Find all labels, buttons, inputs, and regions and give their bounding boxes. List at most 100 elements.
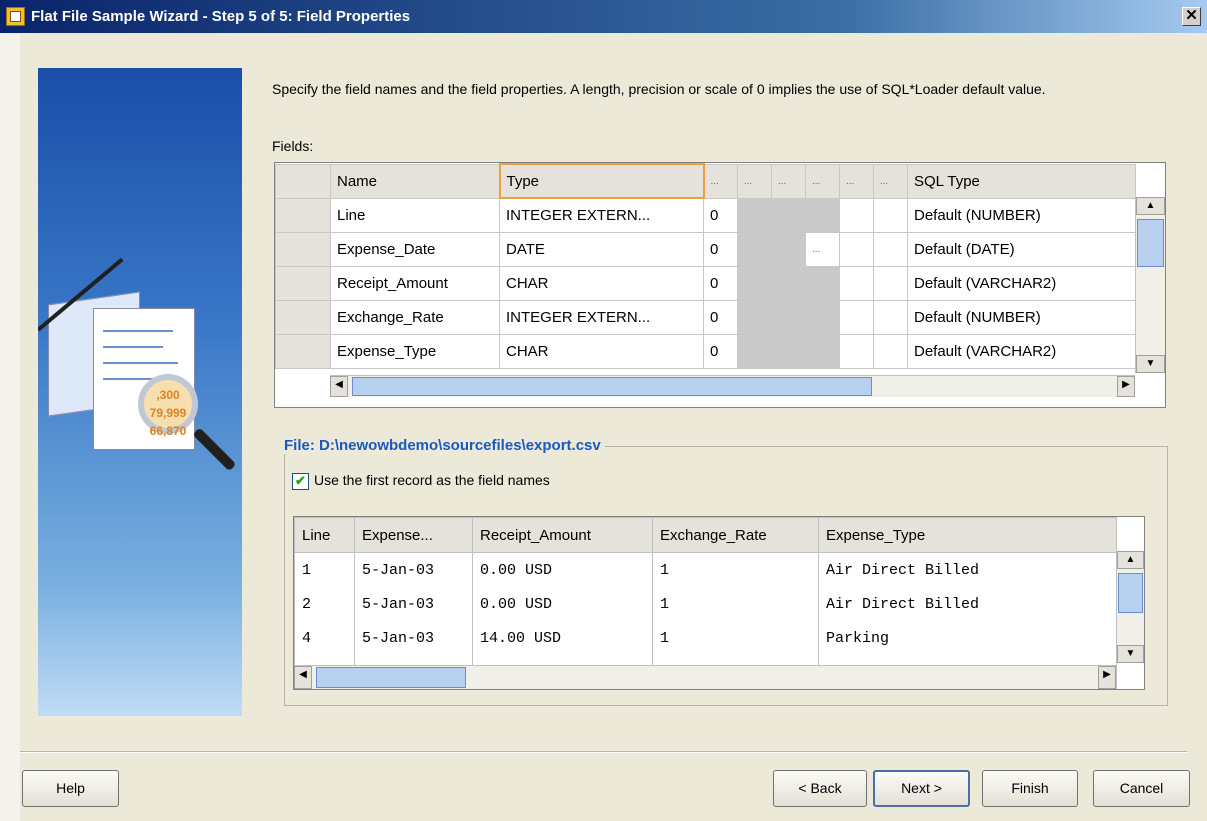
column-header-more[interactable]: ... (703, 163, 738, 199)
field-sql-type-cell[interactable]: Default (NUMBER) (907, 299, 1136, 335)
scroll-thumb[interactable] (1118, 573, 1143, 613)
disabled-cell (771, 265, 806, 301)
disabled-cell (737, 299, 772, 335)
sample-cell: 1 (652, 552, 819, 587)
field-row[interactable]: Expense_Date DATE 0 ... Default (DATE) (275, 231, 1136, 267)
cancel-button[interactable]: Cancel (1093, 770, 1190, 807)
column-header-more[interactable]: ... (805, 163, 840, 199)
sample-vertical-scrollbar[interactable]: ▲ ▼ (1116, 551, 1144, 663)
field-cell[interactable] (839, 299, 874, 335)
sample-cell: 5-Jan-03 (354, 621, 473, 655)
sample-column-header[interactable]: Receipt_Amount (472, 517, 653, 553)
row-header[interactable] (275, 333, 331, 369)
field-type-cell[interactable]: DATE (499, 231, 704, 267)
first-record-checkbox-label[interactable]: Use the first record as the field names (314, 472, 550, 488)
field-length-cell[interactable]: 0 (703, 197, 738, 233)
sample-cell: 1 (652, 621, 819, 655)
back-button[interactable]: < Back (773, 770, 867, 807)
field-cell[interactable] (839, 265, 874, 301)
field-cell[interactable] (873, 265, 908, 301)
field-name-cell[interactable]: Receipt_Amount (330, 265, 500, 301)
scroll-left-arrow-icon[interactable]: ◀ (294, 666, 312, 689)
scroll-down-arrow-icon[interactable]: ▼ (1117, 645, 1144, 663)
field-cell[interactable] (839, 197, 874, 233)
column-header-more[interactable]: ... (873, 163, 908, 199)
disabled-cell (737, 197, 772, 233)
field-cell[interactable] (873, 333, 908, 369)
field-sql-type-cell[interactable]: Default (DATE) (907, 231, 1136, 267)
field-name-cell[interactable]: Line (330, 197, 500, 233)
sample-cell: Air Direct Billed (818, 587, 1117, 621)
disabled-cell (737, 333, 772, 369)
next-button[interactable]: Next > (873, 770, 970, 807)
field-cell[interactable] (873, 197, 908, 233)
column-header-name[interactable]: Name (330, 163, 500, 199)
column-header-more[interactable]: ... (737, 163, 772, 199)
column-header-sql-type[interactable]: SQL Type (907, 163, 1136, 199)
field-type-cell[interactable]: CHAR (499, 265, 704, 301)
sample-row: 4 5-Jan-03 14.00 USD 1 Parking (294, 621, 1117, 655)
field-length-cell[interactable]: 0 (703, 231, 738, 267)
row-header[interactable] (275, 265, 331, 301)
field-cell[interactable] (839, 333, 874, 369)
scroll-right-arrow-icon[interactable]: ▶ (1098, 666, 1116, 689)
date-mask-button[interactable]: ... (805, 231, 840, 267)
sample-cell: 0.00 USD (472, 552, 653, 587)
row-header[interactable] (275, 197, 331, 233)
field-sql-type-cell[interactable]: Default (NUMBER) (907, 197, 1136, 233)
fields-vertical-scrollbar[interactable]: ▲ ▼ (1135, 197, 1165, 373)
disabled-cell (771, 333, 806, 369)
scroll-right-arrow-icon[interactable]: ▶ (1117, 376, 1135, 397)
field-name-cell[interactable]: Expense_Date (330, 231, 500, 267)
sample-column-header[interactable]: Line (294, 517, 355, 553)
field-length-cell[interactable]: 0 (703, 299, 738, 335)
field-length-cell[interactable]: 0 (703, 265, 738, 301)
field-cell[interactable] (873, 299, 908, 335)
field-row[interactable]: Line INTEGER EXTERN... 0 Default (NUMBER… (275, 197, 1136, 233)
sample-cell: Parking (818, 621, 1117, 655)
disabled-cell (737, 231, 772, 267)
sample-column-header[interactable]: Expense_Type (818, 517, 1117, 553)
field-length-cell[interactable]: 0 (703, 333, 738, 369)
first-record-checkbox-row[interactable]: ✔ Use the first record as the field names (292, 472, 550, 490)
column-header-more[interactable]: ... (839, 163, 874, 199)
sample-cell: Air Direct Billed (818, 552, 1117, 587)
column-header-more[interactable]: ... (771, 163, 806, 199)
scroll-thumb[interactable] (316, 667, 466, 688)
scroll-up-arrow-icon[interactable]: ▲ (1117, 551, 1144, 569)
sample-column-header[interactable]: Exchange_Rate (652, 517, 819, 553)
field-type-cell[interactable]: INTEGER EXTERN... (499, 299, 704, 335)
scroll-thumb[interactable] (352, 377, 872, 396)
disabled-cell (805, 299, 840, 335)
scroll-up-arrow-icon[interactable]: ▲ (1136, 197, 1165, 215)
field-name-cell[interactable]: Exchange_Rate (330, 299, 500, 335)
disabled-cell (771, 299, 806, 335)
scroll-down-arrow-icon[interactable]: ▼ (1136, 355, 1165, 373)
field-sql-type-cell[interactable]: Default (VARCHAR2) (907, 265, 1136, 301)
field-cell[interactable] (839, 231, 874, 267)
field-row[interactable]: Expense_Type CHAR 0 Default (VARCHAR2) (275, 333, 1136, 369)
column-header-type[interactable]: Type (498, 163, 705, 199)
fields-grid[interactable]: Name Type ... ... ... ... ... ... SQL Ty… (274, 162, 1166, 408)
first-record-checkbox[interactable]: ✔ (292, 472, 309, 490)
fields-horizontal-scrollbar[interactable]: ◀ ▶ (330, 375, 1135, 397)
field-row[interactable]: Exchange_Rate INTEGER EXTERN... 0 Defaul… (275, 299, 1136, 335)
scroll-left-arrow-icon[interactable]: ◀ (330, 376, 348, 397)
finish-button[interactable]: Finish (982, 770, 1078, 807)
row-header[interactable] (275, 299, 331, 335)
fields-label: Fields: (272, 138, 314, 154)
field-type-cell[interactable]: CHAR (499, 333, 704, 369)
field-row[interactable]: Receipt_Amount CHAR 0 Default (VARCHAR2) (275, 265, 1136, 301)
field-sql-type-cell[interactable]: Default (VARCHAR2) (907, 333, 1136, 369)
close-icon[interactable]: ✕ (1182, 7, 1201, 26)
field-name-cell[interactable]: Expense_Type (330, 333, 500, 369)
help-button[interactable]: Help (22, 770, 119, 807)
row-header[interactable] (275, 231, 331, 267)
sample-column-header[interactable]: Expense... (354, 517, 473, 553)
field-type-cell[interactable]: INTEGER EXTERN... (499, 197, 704, 233)
scroll-thumb[interactable] (1137, 219, 1164, 267)
sample-row: 2 5-Jan-03 0.00 USD 1 Air Direct Billed (294, 587, 1117, 621)
sample-horizontal-scrollbar[interactable]: ◀ ▶ (294, 665, 1116, 689)
sample-data-table[interactable]: Line Expense... Receipt_Amount Exchange_… (293, 516, 1145, 690)
field-cell[interactable] (873, 231, 908, 267)
